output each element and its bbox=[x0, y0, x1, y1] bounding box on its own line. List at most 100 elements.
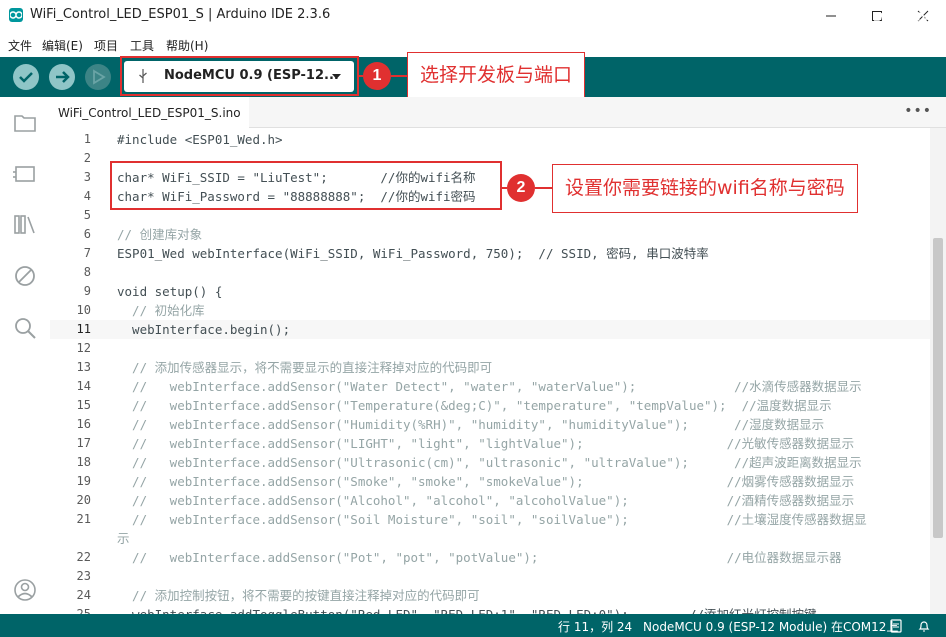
editor-scrollbar[interactable] bbox=[930, 128, 946, 614]
code-line: 9 void setup() { bbox=[50, 282, 930, 301]
line-number: 15 bbox=[76, 398, 91, 412]
left-sidebar bbox=[0, 97, 51, 614]
code-line: 12 bbox=[50, 339, 930, 358]
code-line-current: 11 webInterface.begin(); bbox=[50, 320, 930, 339]
line-number: 4 bbox=[83, 189, 91, 203]
callout-select-board: 选择开发板与端口 bbox=[407, 52, 586, 100]
line-number: 16 bbox=[76, 417, 91, 431]
code-text: webInterface.begin(); bbox=[117, 322, 291, 337]
code-text: // 初始化库 bbox=[117, 303, 205, 318]
code-line: 22 // webInterface.addSensor("Pot", "pot… bbox=[50, 548, 930, 567]
step-number-1: 1 bbox=[363, 62, 391, 90]
line-number: 23 bbox=[76, 569, 91, 583]
code-text: ESP01_Wed webInterface(WiFi_SSID, WiFi_P… bbox=[117, 246, 709, 261]
search-icon[interactable] bbox=[12, 315, 38, 341]
code-line: 19 // webInterface.addSensor("Smoke", "s… bbox=[50, 472, 930, 491]
code-line: 8 bbox=[50, 263, 930, 282]
code-line: 17 // webInterface.addSensor("LIGHT", "l… bbox=[50, 434, 930, 453]
line-number: 7 bbox=[83, 246, 91, 260]
line-number: 22 bbox=[76, 550, 91, 564]
line-number: 1 bbox=[83, 132, 91, 146]
code-text: // 创建库对象 bbox=[117, 227, 203, 242]
code-text: // webInterface.addSensor("Ultrasonic(cm… bbox=[117, 455, 862, 470]
window-title: WiFi_Control_LED_ESP01_S | Arduino IDE 2… bbox=[30, 7, 331, 22]
code-text: // webInterface.addSensor("LIGHT", "ligh… bbox=[117, 436, 855, 451]
board-highlight-box bbox=[120, 56, 359, 96]
code-text: void setup() { bbox=[117, 284, 223, 299]
wifi-highlight-box bbox=[110, 161, 502, 210]
line-number: 24 bbox=[76, 588, 91, 602]
arduino-logo-icon bbox=[9, 8, 23, 22]
code-line: 24 // 添加控制按钮，将不需要的按键直接注释掉对应的代码即可 bbox=[50, 586, 930, 605]
code-line: 16 // webInterface.addSensor("Humidity(%… bbox=[50, 415, 930, 434]
line-number: 25 bbox=[76, 607, 91, 614]
code-line: 6 // 创建库对象 bbox=[50, 225, 930, 244]
line-number: 11 bbox=[76, 322, 91, 336]
minimize-button[interactable] bbox=[808, 0, 854, 31]
code-text: 示 bbox=[117, 531, 130, 546]
title-bar: WiFi_Control_LED_ESP01_S | Arduino IDE 2… bbox=[0, 0, 946, 31]
notification-icon[interactable] bbox=[889, 619, 903, 633]
code-text: // webInterface.addSensor("Smoke", "smok… bbox=[117, 474, 855, 489]
line-number: 12 bbox=[76, 341, 91, 355]
code-text: // webInterface.addSensor("Pot", "pot", … bbox=[117, 550, 842, 565]
boards-manager-icon[interactable] bbox=[12, 161, 38, 187]
scrollbar-thumb[interactable] bbox=[933, 238, 943, 538]
code-text: // webInterface.addSensor("Water Detect"… bbox=[117, 379, 862, 394]
menu-sketch[interactable]: 项目 bbox=[94, 37, 118, 54]
serial-monitor-icon[interactable] bbox=[906, 9, 930, 33]
status-bar: 行 11，列 24 NodeMCU 0.9 (ESP-12 Module) 在C… bbox=[0, 614, 946, 637]
code-text: // webInterface.addSensor("Soil Moisture… bbox=[117, 512, 867, 527]
callout-wifi-settings: 设置你需要链接的wifi名称与密码 bbox=[552, 164, 858, 213]
code-line: 15 // webInterface.addSensor("Temperatur… bbox=[50, 396, 930, 415]
status-board[interactable]: NodeMCU 0.9 (ESP-12 Module) 在COM12上 bbox=[643, 618, 898, 635]
line-number: 10 bbox=[76, 303, 91, 317]
code-text: #include <ESP01_Wed.h> bbox=[117, 132, 283, 147]
code-line: 13 // 添加传感器显示，将不需要显示的直接注释掉对应的代码即可 bbox=[50, 358, 930, 377]
line-number: 17 bbox=[76, 436, 91, 450]
account-icon[interactable] bbox=[12, 577, 38, 603]
line-number: 21 bbox=[76, 512, 91, 526]
line-number: 14 bbox=[76, 379, 91, 393]
code-text: // 添加控制按钮，将不需要的按键直接注释掉对应的代码即可 bbox=[117, 588, 480, 603]
upload-icon[interactable] bbox=[49, 64, 75, 90]
menu-tools[interactable]: 工具 bbox=[130, 37, 154, 54]
more-options-icon[interactable]: ••• bbox=[904, 103, 932, 119]
menu-edit[interactable]: 编辑(E) bbox=[42, 37, 83, 54]
serial-plotter-icon[interactable] bbox=[873, 9, 893, 33]
debug-view-icon[interactable] bbox=[12, 263, 38, 289]
connector-line bbox=[535, 187, 552, 189]
line-number: 6 bbox=[83, 227, 91, 241]
verify-icon[interactable] bbox=[13, 64, 39, 90]
editor-tab-bar: WiFi_Control_LED_ESP01_S.ino ••• bbox=[50, 97, 946, 128]
code-line: 14 // webInterface.addSensor("Water Dete… bbox=[50, 377, 930, 396]
code-line: 10 // 初始化库 bbox=[50, 301, 930, 320]
code-line: 18 // webInterface.addSensor("Ultrasonic… bbox=[50, 453, 930, 472]
code-line: 20 // webInterface.addSensor("Alcohol", … bbox=[50, 491, 930, 510]
tab-sketch-file[interactable]: WiFi_Control_LED_ESP01_S.ino bbox=[50, 97, 249, 128]
code-text: // webInterface.addSensor("Humidity(%RH)… bbox=[117, 417, 825, 432]
code-line: 21 // webInterface.addSensor("Soil Moist… bbox=[50, 510, 930, 529]
connector-line bbox=[391, 75, 407, 77]
cursor-position[interactable]: 行 11，列 24 bbox=[558, 618, 632, 635]
line-number: 9 bbox=[83, 284, 91, 298]
line-number: 3 bbox=[83, 170, 91, 184]
bell-icon[interactable] bbox=[917, 619, 931, 633]
line-number: 8 bbox=[83, 265, 91, 279]
line-number: 19 bbox=[76, 474, 91, 488]
line-number: 20 bbox=[76, 493, 91, 507]
line-number: 5 bbox=[83, 208, 91, 222]
library-manager-icon[interactable] bbox=[12, 211, 38, 237]
code-text: // webInterface.addSensor("Temperature(&… bbox=[117, 398, 832, 413]
code-text: webInterface.addToggleButton("Red LED", … bbox=[117, 605, 816, 614]
code-line: 25 webInterface.addToggleButton("Red LED… bbox=[50, 605, 930, 614]
line-number: 13 bbox=[76, 360, 91, 374]
menu-file[interactable]: 文件 bbox=[8, 37, 32, 54]
step-number-2: 2 bbox=[507, 174, 535, 202]
debug-icon[interactable] bbox=[85, 64, 111, 90]
menu-help[interactable]: 帮助(H) bbox=[166, 37, 208, 54]
code-line-wrap: 示 bbox=[50, 529, 930, 548]
sketchbook-folder-icon[interactable] bbox=[12, 109, 38, 135]
code-line: 7 ESP01_Wed webInterface(WiFi_SSID, WiFi… bbox=[50, 244, 930, 263]
code-text: // 添加传感器显示，将不需要显示的直接注释掉对应的代码即可 bbox=[117, 360, 493, 375]
